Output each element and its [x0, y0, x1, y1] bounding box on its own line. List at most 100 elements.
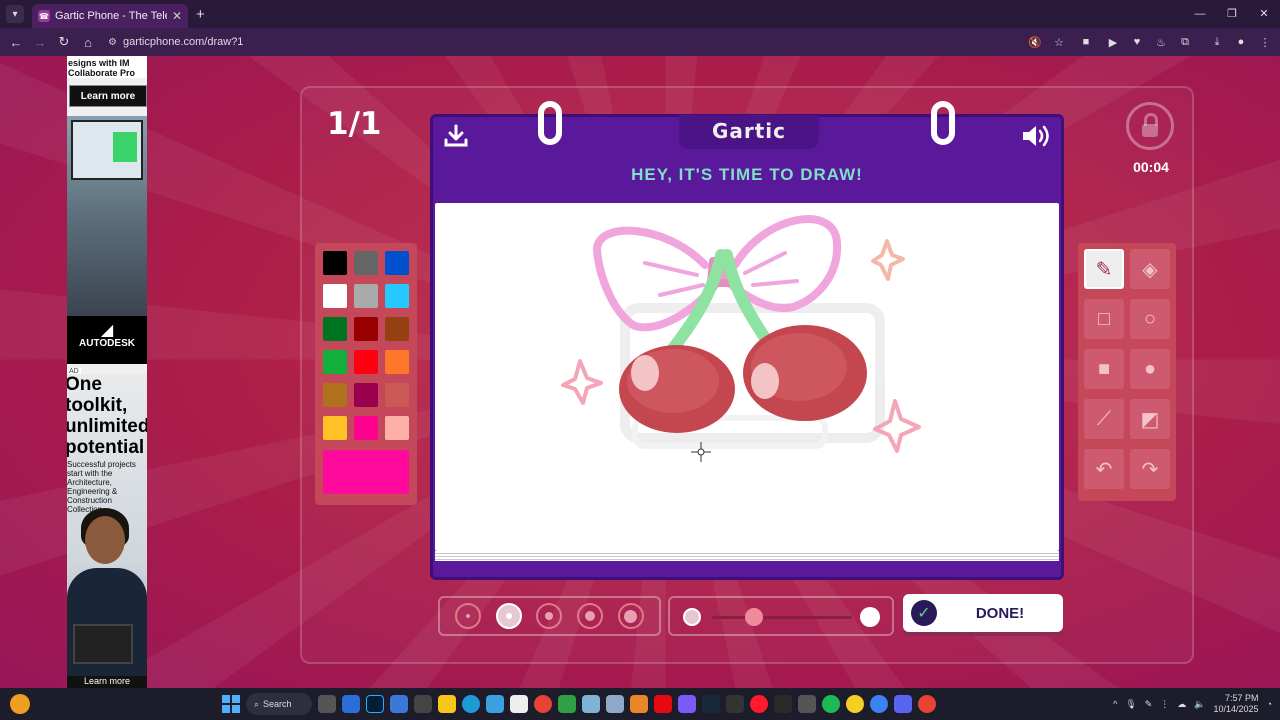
opacity-slider[interactable]: [668, 596, 894, 636]
color-swatch-ff7829[interactable]: [385, 350, 409, 374]
color-swatch-ffffff[interactable]: [323, 284, 347, 308]
color-swatch-feafa8[interactable]: [385, 416, 409, 440]
home-icon[interactable]: ⌂: [76, 35, 100, 50]
color-swatch-ff0013[interactable]: [354, 350, 378, 374]
opera-icon[interactable]: [750, 695, 768, 713]
rectangle-outline-tool[interactable]: □: [1084, 299, 1124, 339]
steam-icon[interactable]: [702, 695, 720, 713]
windows-start-icon[interactable]: [222, 695, 240, 713]
mute-icon[interactable]: 🔇: [1028, 36, 1042, 49]
color-swatch-ff008f[interactable]: [354, 416, 378, 440]
brush-size-5[interactable]: [617, 603, 644, 629]
chrome-icon[interactable]: [534, 695, 552, 713]
brush-size-4[interactable]: [577, 603, 604, 629]
app-icon-8[interactable]: [798, 695, 816, 713]
color-swatch-990000[interactable]: [354, 317, 378, 341]
ellipse-outline-tool[interactable]: ○: [1130, 299, 1170, 339]
discord-icon[interactable]: [894, 695, 912, 713]
pen-tray-icon[interactable]: ✎: [1145, 699, 1153, 710]
bookmark-star-icon[interactable]: ☆: [1052, 36, 1066, 49]
tray-app-icon[interactable]: ⋮: [1160, 699, 1169, 710]
opacity-track[interactable]: [712, 616, 852, 619]
lock-button[interactable]: [1126, 102, 1174, 150]
photoshop-icon[interactable]: [366, 695, 384, 713]
netflix-icon[interactable]: [654, 695, 672, 713]
notifications-icon[interactable]: ◔: [1267, 699, 1272, 709]
app-icon-5[interactable]: [630, 695, 648, 713]
browser-menu-icon[interactable]: ⋮: [1258, 36, 1272, 49]
microphone-icon[interactable]: 🎙: [1125, 699, 1136, 710]
ad-learn-more-button[interactable]: Learn more: [69, 85, 147, 107]
task-view-icon[interactable]: [318, 695, 336, 713]
extension-play-icon[interactable]: ▶: [1106, 36, 1120, 49]
edge-icon[interactable]: [462, 695, 480, 713]
tab-close-icon[interactable]: ✕: [172, 9, 182, 23]
reload-icon[interactable]: ↻: [52, 34, 76, 50]
app-icon-4[interactable]: [606, 695, 624, 713]
forward-arrow-icon[interactable]: →: [28, 35, 52, 50]
wifi-icon[interactable]: ☁: [1177, 699, 1186, 710]
chrome-active-icon[interactable]: [918, 695, 936, 713]
taskbar-search[interactable]: ⌕ Search: [246, 693, 312, 715]
ad-learn-more-bottom[interactable]: Learn more: [67, 676, 147, 688]
epic-games-icon[interactable]: [774, 695, 792, 713]
app-icon-2[interactable]: [486, 695, 504, 713]
done-button[interactable]: ✓ DONE!: [903, 594, 1063, 632]
color-swatch-ffc126[interactable]: [323, 416, 347, 440]
copilot-icon[interactable]: [342, 695, 360, 713]
app-icon-6[interactable]: [678, 695, 696, 713]
extension-abp-icon[interactable]: ■: [1076, 36, 1096, 48]
app-icon-9[interactable]: [846, 695, 864, 713]
brush-size-3[interactable]: [536, 603, 563, 629]
color-swatch-aaaaaa[interactable]: [354, 284, 378, 308]
maximize-button[interactable]: ❐: [1216, 0, 1248, 28]
color-swatch-017420[interactable]: [323, 317, 347, 341]
xbox-icon[interactable]: [558, 695, 576, 713]
color-swatch-cb5a57[interactable]: [385, 383, 409, 407]
file-explorer-icon[interactable]: [438, 695, 456, 713]
ellipse-fill-tool[interactable]: ●: [1130, 349, 1170, 389]
download-drawing-icon[interactable]: [443, 123, 469, 149]
calculator-icon[interactable]: [414, 695, 432, 713]
color-swatch-964112[interactable]: [385, 317, 409, 341]
tray-overflow-icon[interactable]: ^: [1113, 699, 1117, 709]
tab-search-button[interactable]: ▾: [6, 5, 24, 23]
color-swatch-26c9ff[interactable]: [385, 284, 409, 308]
side-advertisement[interactable]: esigns with IM Collaborate Pro Learn mor…: [67, 56, 147, 688]
rectangle-fill-tool[interactable]: ■: [1084, 349, 1124, 389]
brush-size-2[interactable]: [495, 603, 522, 629]
profile-avatar-icon[interactable]: ●: [1234, 36, 1248, 48]
brush-size-1[interactable]: [455, 603, 482, 629]
app-icon-3[interactable]: [582, 695, 600, 713]
color-swatch-99004e[interactable]: [354, 383, 378, 407]
weather-widget-icon[interactable]: [10, 694, 30, 714]
close-window-button[interactable]: ✕: [1248, 0, 1280, 28]
notepad-icon[interactable]: [510, 695, 528, 713]
volume-icon[interactable]: 🔈: [1194, 699, 1205, 710]
sound-icon[interactable]: [1021, 123, 1051, 149]
color-swatch-0050cd[interactable]: [385, 251, 409, 275]
redo-tool[interactable]: ↷: [1130, 449, 1170, 489]
fill-bucket-tool[interactable]: ◩: [1130, 399, 1170, 439]
line-tool[interactable]: ⟋: [1084, 399, 1124, 439]
color-swatch-b0701c[interactable]: [323, 383, 347, 407]
url-field[interactable]: ⚙ garticphone.com/draw?1: [108, 36, 243, 48]
minimize-button[interactable]: —: [1184, 0, 1216, 28]
site-info-icon[interactable]: ⚙: [108, 37, 117, 48]
app-icon-7[interactable]: [726, 695, 744, 713]
extension-heart-icon[interactable]: ♥: [1130, 36, 1144, 48]
color-swatch-11b03c[interactable]: [323, 350, 347, 374]
app-icon-1[interactable]: [390, 695, 408, 713]
color-swatch-666666[interactable]: [354, 251, 378, 275]
eraser-tool[interactable]: ◈: [1130, 249, 1170, 289]
extension-fire-icon[interactable]: ♨: [1154, 36, 1168, 49]
pen-tool[interactable]: ✎: [1084, 249, 1124, 289]
color-swatch-000000[interactable]: [323, 251, 347, 275]
opacity-handle[interactable]: [745, 608, 763, 626]
app-icon-10[interactable]: [870, 695, 888, 713]
browser-tab[interactable]: ☎ Gartic Phone - The Telephone G ✕: [32, 4, 188, 28]
download-icon[interactable]: ⤓: [1210, 36, 1224, 49]
spotify-icon[interactable]: [822, 695, 840, 713]
undo-tool[interactable]: ↶: [1084, 449, 1124, 489]
new-tab-button[interactable]: +: [196, 6, 205, 23]
